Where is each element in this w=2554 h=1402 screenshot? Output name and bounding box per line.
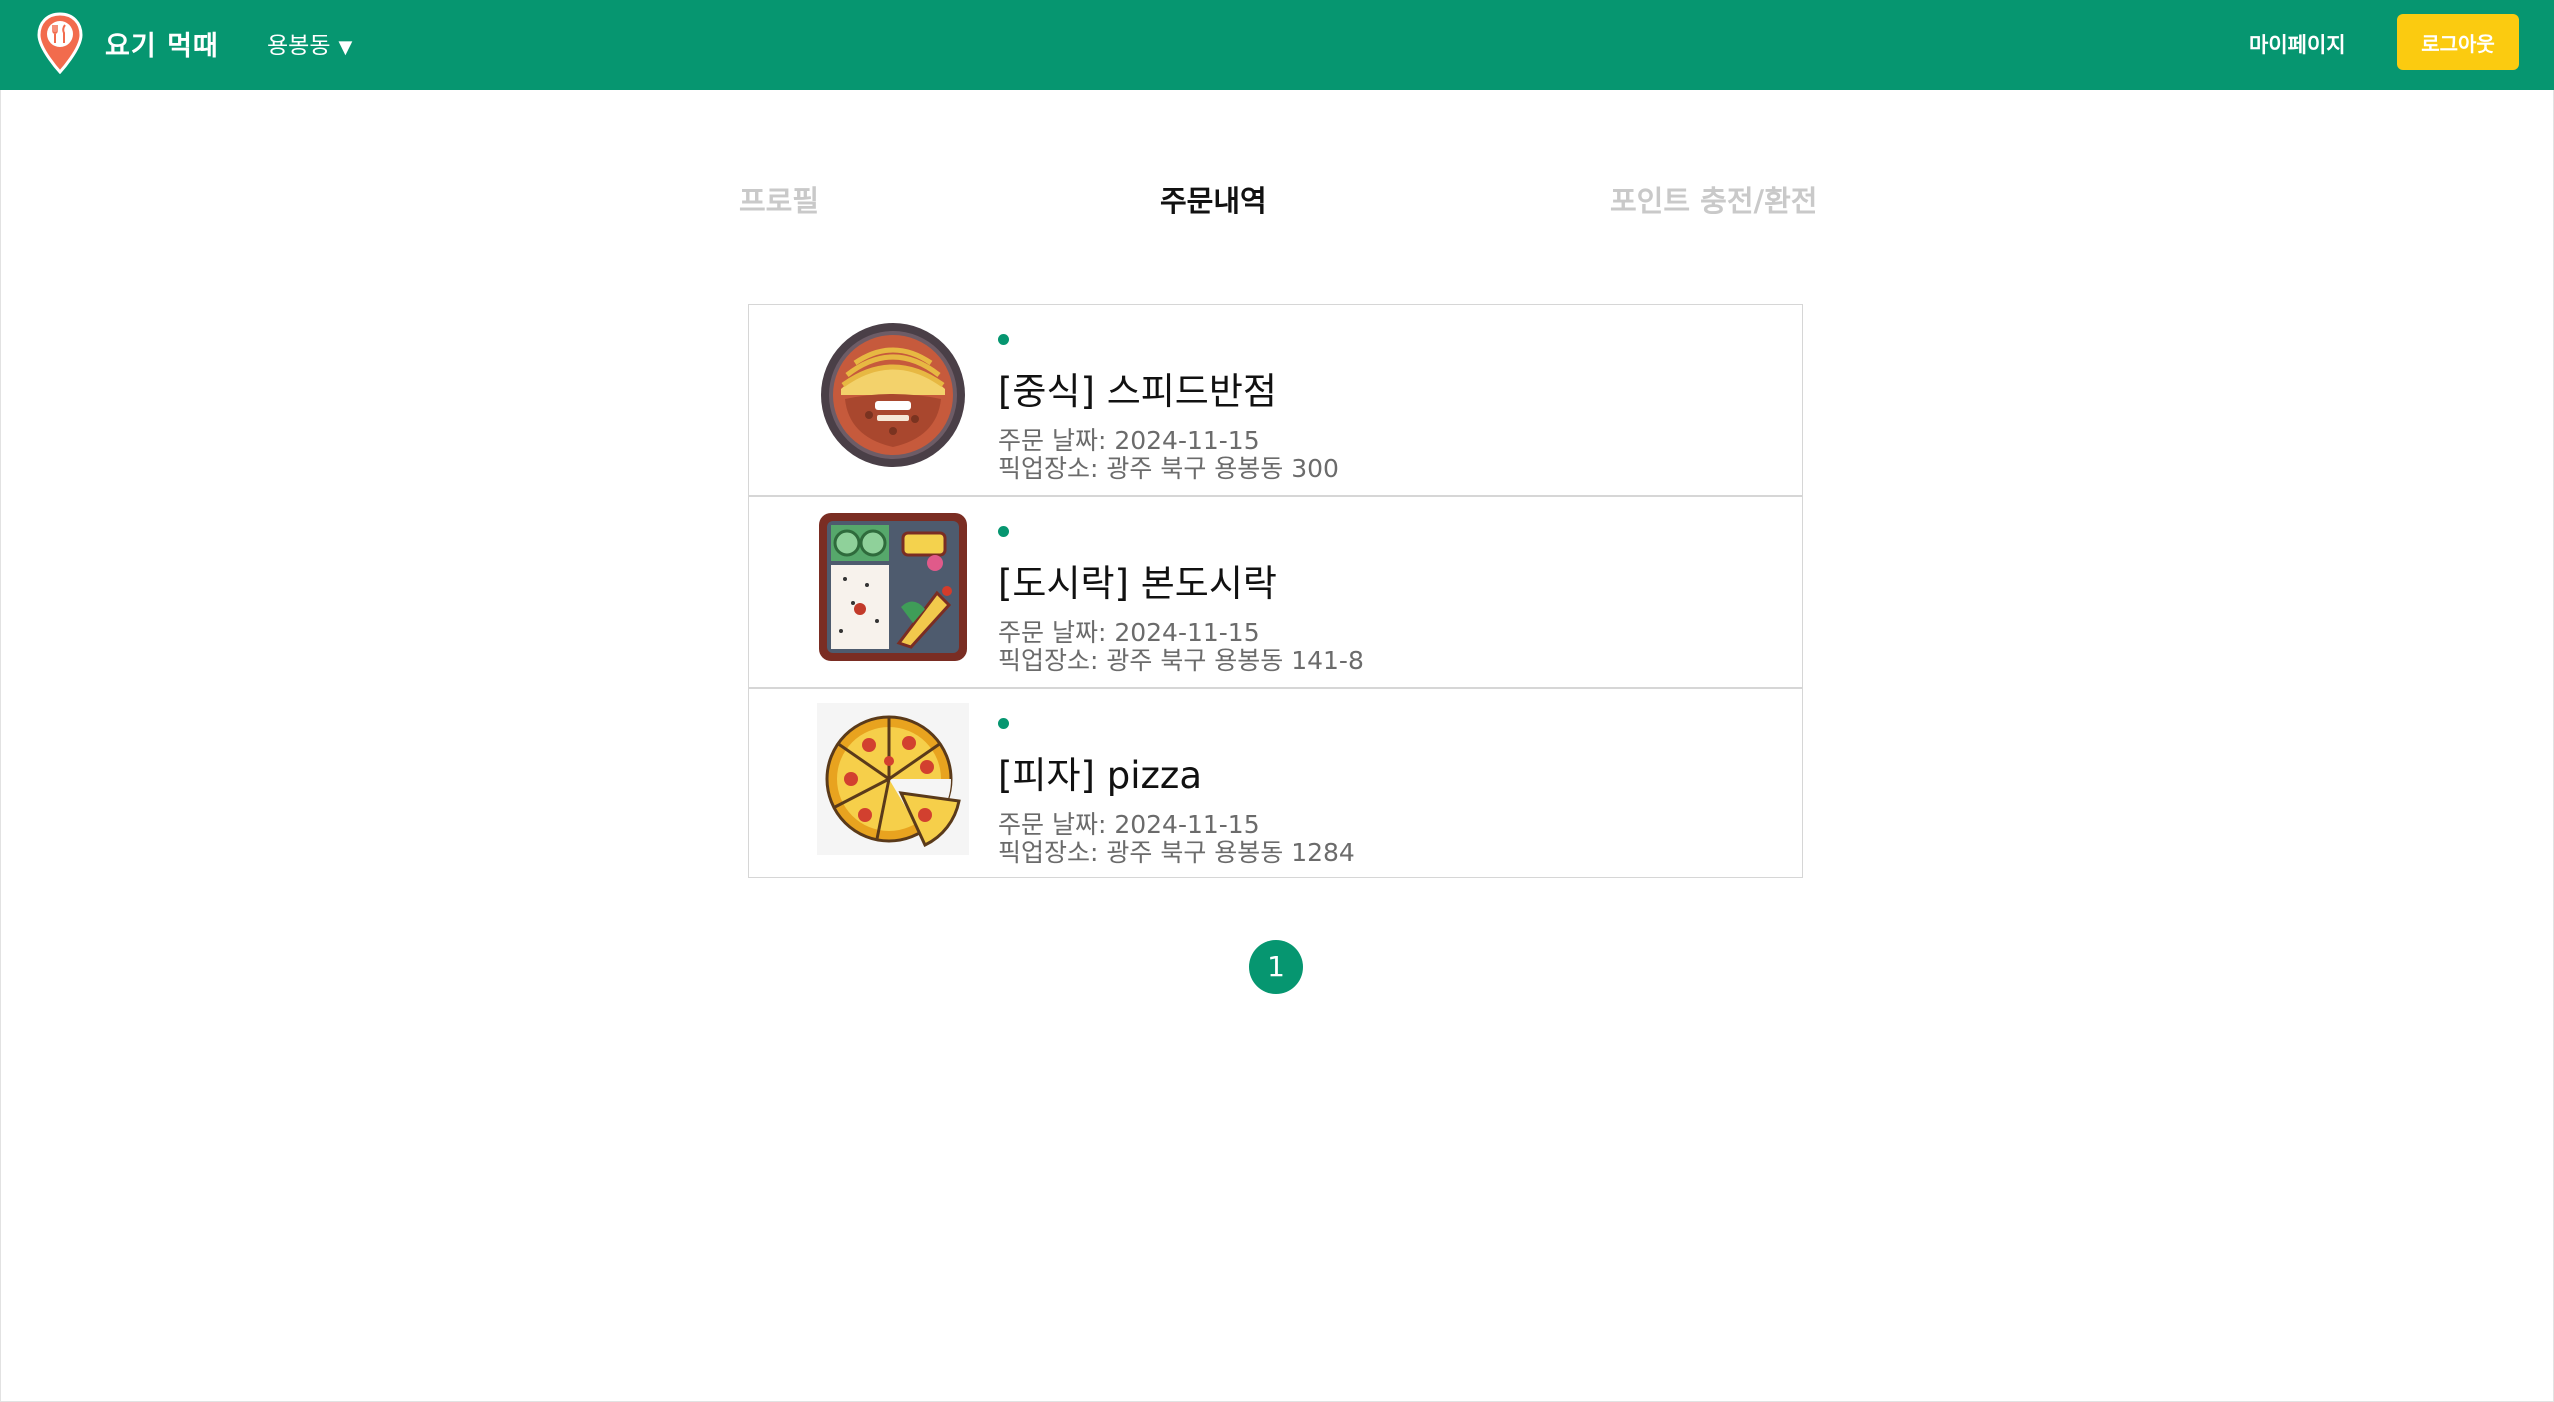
map-pin-logo-icon[interactable] [36, 12, 84, 75]
brand-title[interactable]: 요기 먹때 [105, 24, 219, 63]
tab-point-charge[interactable]: 포인트 충전/환전 [1610, 178, 1817, 220]
top-navigation-bar: 요기 먹때 용봉동 ▼ 마이페이지 로그아웃 [0, 0, 2554, 90]
store-name: [중식] 스피드반점 [998, 370, 1277, 413]
pickup-location: 픽업장소: 광주 북구 용봉동 1284 [998, 838, 1355, 867]
pickup-location: 픽업장소: 광주 북구 용봉동 300 [998, 454, 1339, 483]
order-item[interactable]: [피자] pizza 주문 날짜: 2024-11-15 픽업장소: 광주 북구… [749, 689, 1802, 877]
caret-down-icon: ▼ [338, 37, 353, 58]
location-dropdown[interactable]: 용봉동 ▼ [267, 26, 352, 60]
logout-button[interactable]: 로그아웃 [2397, 14, 2519, 70]
jjajangmyeon-icon [817, 319, 969, 471]
status-dot [998, 526, 1009, 537]
location-label: 용봉동 [267, 33, 331, 59]
order-item[interactable]: [중식] 스피드반점 주문 날짜: 2024-11-15 픽업장소: 광주 북구… [749, 305, 1802, 497]
order-item[interactable]: [도시락] 본도시락 주문 날짜: 2024-11-15 픽업장소: 광주 북구… [749, 497, 1802, 689]
lunchbox-icon [817, 511, 969, 663]
status-dot [998, 718, 1009, 729]
pizza-icon [817, 703, 969, 855]
store-name: [도시락] 본도시락 [998, 562, 1277, 605]
tab-profile[interactable]: 프로필 [739, 178, 819, 220]
pickup-location: 픽업장소: 광주 북구 용봉동 141-8 [998, 646, 1364, 675]
status-dot [998, 334, 1009, 345]
page-button-current[interactable]: 1 [1249, 940, 1303, 994]
mypage-link[interactable]: 마이페이지 [2249, 29, 2346, 59]
tab-order-history[interactable]: 주문내역 [1160, 178, 1267, 220]
store-name: [피자] pizza [998, 754, 1202, 797]
order-list: [중식] 스피드반점 주문 날짜: 2024-11-15 픽업장소: 광주 북구… [748, 304, 1803, 878]
